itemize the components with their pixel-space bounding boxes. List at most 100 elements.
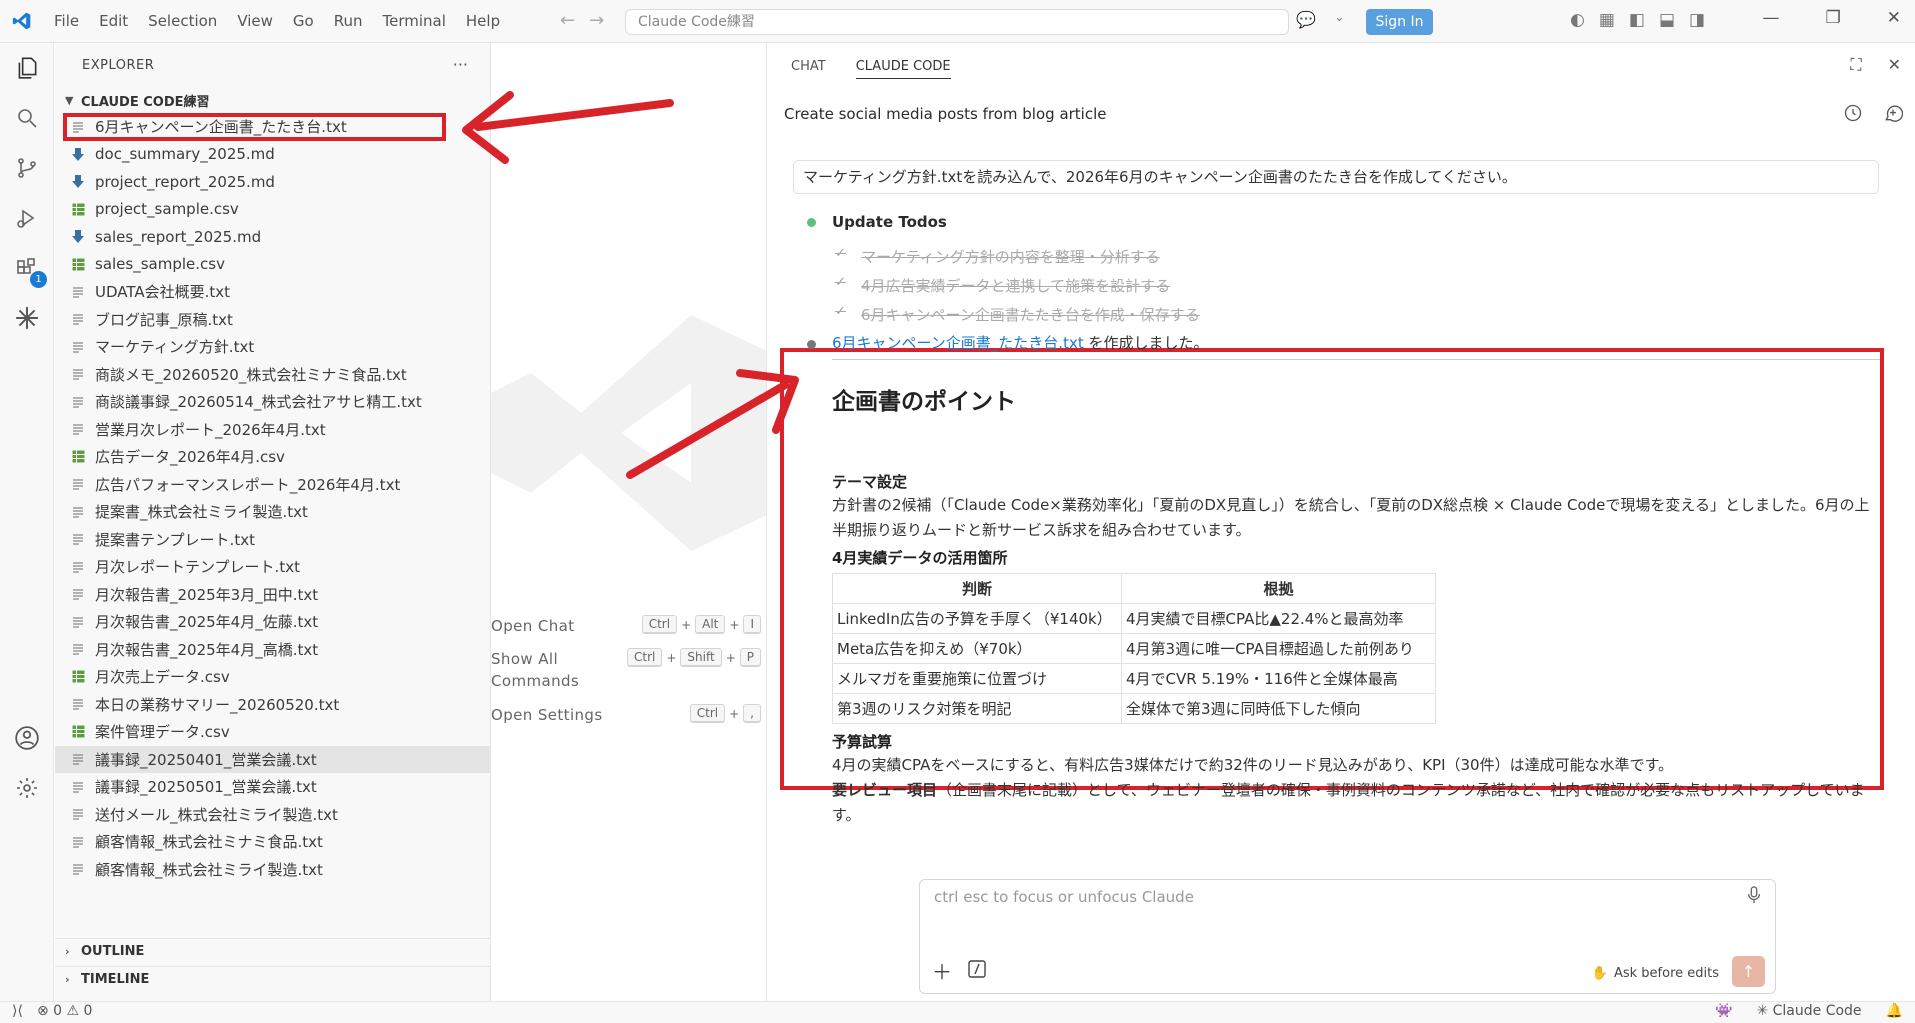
claude-status[interactable]: ✳ Claude Code xyxy=(1756,1003,1861,1019)
file-item[interactable]: project_sample.csv xyxy=(55,196,490,224)
folder-root[interactable]: ▼ CLAUDE CODE練習 xyxy=(55,87,490,113)
file-item[interactable]: 商談議事録_20260514_株式会社アサヒ精工.txt xyxy=(55,388,490,416)
text-file-icon xyxy=(72,781,95,793)
file-item[interactable]: 顧客情報_株式会社ミナミ食品.txt xyxy=(55,828,490,856)
file-item[interactable]: 月次報告書_2025年4月_佐藤.txt xyxy=(55,608,490,636)
file-label: 議事録_20250401_営業会議.txt xyxy=(95,750,317,769)
file-label: sales_sample.csv xyxy=(95,255,225,274)
file-item[interactable]: 議事録_20250401_営業会議.txt xyxy=(55,745,490,773)
file-item[interactable]: ブログ記事_原稿.txt xyxy=(55,306,490,334)
result-suffix: を作成しました。 xyxy=(1083,334,1209,352)
file-item[interactable]: 広告データ_2026年4月.csv xyxy=(55,443,490,471)
file-item[interactable]: sales_sample.csv xyxy=(55,251,490,279)
microphone-icon[interactable] xyxy=(1747,886,1761,908)
file-item[interactable]: project_report_2025.md xyxy=(55,168,490,196)
file-label: 広告パフォーマンスレポート_2026年4月.txt xyxy=(95,475,401,494)
result-line: 6月キャンペーン企画書_たたき台.txt を作成しました。 xyxy=(832,332,1208,353)
problems-indicator[interactable]: ⊗ 0 ⚠ 0 xyxy=(37,1003,93,1019)
file-item[interactable]: 月次レポートテンプレート.txt xyxy=(55,553,490,581)
menu-terminal[interactable]: Terminal xyxy=(373,0,456,43)
checkmark-icon: ✓ xyxy=(835,304,846,319)
file-item[interactable]: 提案書_株式会社ミライ製造.txt xyxy=(55,498,490,526)
ask-label: Ask before edits xyxy=(1613,966,1719,981)
file-item[interactable]: 広告パフォーマンスレポート_2026年4月.txt xyxy=(55,471,490,499)
file-item[interactable]: 商談メモ_20260520_株式会社ミナミ食品.txt xyxy=(55,361,490,389)
file-item[interactable]: sales_report_2025.md xyxy=(55,223,490,251)
copilot-icon[interactable]: ◐ xyxy=(1570,10,1585,30)
outline-section[interactable]: › OUTLINE xyxy=(55,938,491,964)
explorer-icon[interactable] xyxy=(0,43,54,93)
file-item[interactable]: 顧客情報_株式会社ミライ製造.txt xyxy=(55,856,490,884)
settings-gear-icon[interactable] xyxy=(0,763,54,813)
file-item[interactable]: 案件管理データ.csv xyxy=(55,718,490,746)
menu-view[interactable]: View xyxy=(227,0,283,43)
table-cell: LinkedIn広告の予算を手厚く（¥140k） xyxy=(832,603,1122,634)
file-item[interactable]: doc_summary_2025.md xyxy=(55,141,490,169)
source-control-icon[interactable] xyxy=(0,143,54,193)
new-session-icon[interactable] xyxy=(1883,103,1904,127)
notifications-bell-icon[interactable]: 🔔 xyxy=(1886,1003,1903,1019)
chevron-down-icon[interactable]: ⌄ xyxy=(1334,10,1345,25)
toggle-sidebar-icon[interactable]: ◧ xyxy=(1629,10,1645,30)
history-icon[interactable] xyxy=(1843,103,1863,127)
file-item[interactable]: 営業月次レポート_2026年4月.txt xyxy=(55,416,490,444)
copilot-status-icon[interactable]: 👾 xyxy=(1715,1003,1732,1019)
send-button[interactable]: ↑ xyxy=(1732,956,1765,987)
prompt-input-box[interactable]: ctrl esc to focus or unfocus Claude ＋ ✋ … xyxy=(919,879,1776,994)
warning-icon: ⚠ xyxy=(66,1003,80,1019)
menu-go[interactable]: Go xyxy=(283,0,324,43)
toggle-secondary-sidebar-icon[interactable]: ◨ xyxy=(1689,10,1705,30)
file-item[interactable]: 6月キャンペーン企画書_たたき台.txt xyxy=(63,113,446,141)
file-item[interactable]: 提案書テンプレート.txt xyxy=(55,526,490,554)
chevron-right-icon: › xyxy=(65,945,70,958)
restore-icon[interactable]: ❐ xyxy=(1826,8,1841,28)
maximize-icon[interactable]: ⛶ xyxy=(1850,55,1861,75)
text-file-icon xyxy=(72,506,95,518)
more-actions-icon[interactable]: ··· xyxy=(453,55,468,74)
file-item[interactable]: 送付メール_株式会社ミライ製造.txt xyxy=(55,801,490,829)
account-icon[interactable] xyxy=(0,713,54,763)
layout-customize-icon[interactable]: ▦ xyxy=(1599,10,1615,30)
forward-arrow-icon[interactable]: → xyxy=(589,10,604,31)
slash-command-icon[interactable] xyxy=(968,959,986,983)
claude-icon[interactable] xyxy=(0,293,54,343)
claude-status-label: Claude Code xyxy=(1772,1003,1862,1019)
file-item[interactable]: UDATA会社概要.txt xyxy=(55,278,490,306)
command-center-search[interactable]: Claude Code練習 xyxy=(625,9,1289,35)
chat-icon[interactable]: 💬 xyxy=(1296,10,1316,29)
file-item[interactable]: 月次報告書_2025年3月_田中.txt xyxy=(55,581,490,609)
menu-edit[interactable]: Edit xyxy=(89,0,138,43)
search-icon[interactable] xyxy=(0,93,54,143)
review-paragraph: 要レビュー項目（企画書末尾に記載）として、ウェビナー登壇者の確保・事例資料のコン… xyxy=(832,778,1880,828)
menu-selection[interactable]: Selection xyxy=(138,0,227,43)
close-panel-icon[interactable]: ✕ xyxy=(1888,55,1901,75)
minimize-icon[interactable]: — xyxy=(1763,8,1780,28)
file-item[interactable]: 議事録_20250501_営業会議.txt xyxy=(55,773,490,801)
result-file-link[interactable]: 6月キャンペーン企画書_たたき台.txt xyxy=(832,334,1084,352)
file-item[interactable]: 月次報告書_2025年4月_高橋.txt xyxy=(55,636,490,664)
file-item[interactable]: 月次売上データ.csv xyxy=(55,663,490,691)
claude-code-panel: CHAT CLAUDE CODE ⛶ ✕ Create social media… xyxy=(767,43,1915,1001)
run-debug-icon[interactable] xyxy=(0,193,54,243)
toggle-panel-icon[interactable]: ⬓ xyxy=(1659,10,1675,30)
close-icon[interactable]: ✕ xyxy=(1887,8,1901,28)
file-item[interactable]: マーケティング方針.txt xyxy=(55,333,490,361)
remote-icon[interactable]: ⟩⟨ xyxy=(12,1003,23,1019)
add-attachment-icon[interactable]: ＋ xyxy=(932,956,952,985)
tab-chat[interactable]: CHAT xyxy=(791,59,826,74)
text-file-icon xyxy=(72,561,95,573)
sign-in-button[interactable]: Sign In xyxy=(1366,9,1433,35)
back-arrow-icon[interactable]: ← xyxy=(560,10,575,31)
ask-before-edits-toggle[interactable]: ✋ Ask before edits xyxy=(1592,966,1719,981)
extensions-badge: 1 xyxy=(30,271,47,288)
key-cap: Alt xyxy=(695,615,726,634)
extensions-icon[interactable]: 1 xyxy=(0,243,54,293)
tab-claude-code[interactable]: CLAUDE CODE xyxy=(855,54,951,79)
menu-file[interactable]: File xyxy=(44,0,89,43)
menu-help[interactable]: Help xyxy=(456,0,510,43)
title-bar: File Edit Selection View Go Run Terminal… xyxy=(0,0,1915,43)
timeline-section[interactable]: › TIMELINE xyxy=(55,966,491,992)
file-label: 送付メール_株式会社ミライ製造.txt xyxy=(95,805,338,824)
file-item[interactable]: 本日の業務サマリー_20260520.txt xyxy=(55,691,490,719)
menu-run[interactable]: Run xyxy=(324,0,373,43)
